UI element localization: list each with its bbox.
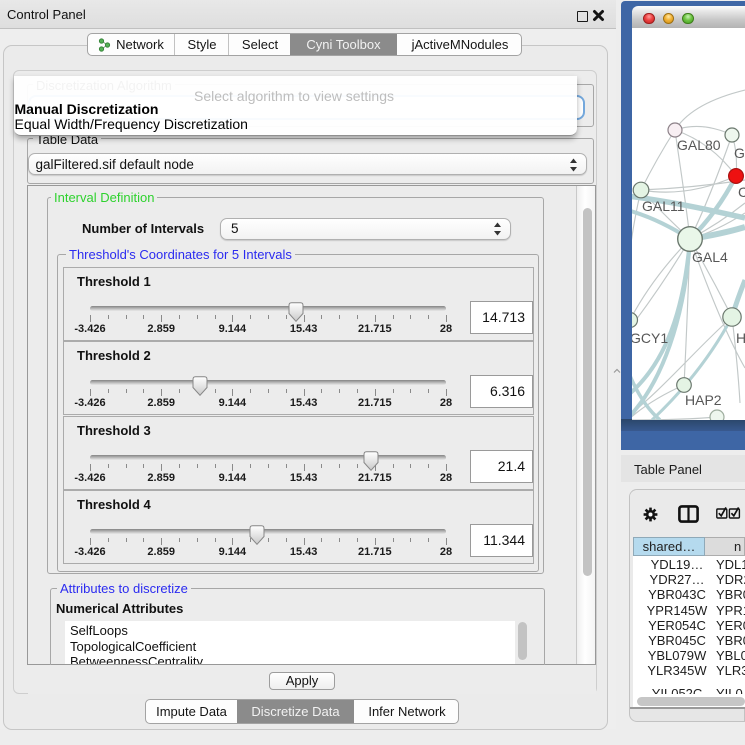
svg-text:C: C <box>738 184 745 200</box>
svg-text:HAP2: HAP2 <box>685 392 722 408</box>
svg-text:GAL11: GAL11 <box>642 198 685 214</box>
svg-text:H: H <box>736 330 745 346</box>
svg-text:GA: GA <box>734 145 745 161</box>
svg-text:GAL4: GAL4 <box>692 249 728 265</box>
svg-text:GCY1: GCY1 <box>632 330 668 346</box>
svg-text:GAL80: GAL80 <box>677 137 721 153</box>
